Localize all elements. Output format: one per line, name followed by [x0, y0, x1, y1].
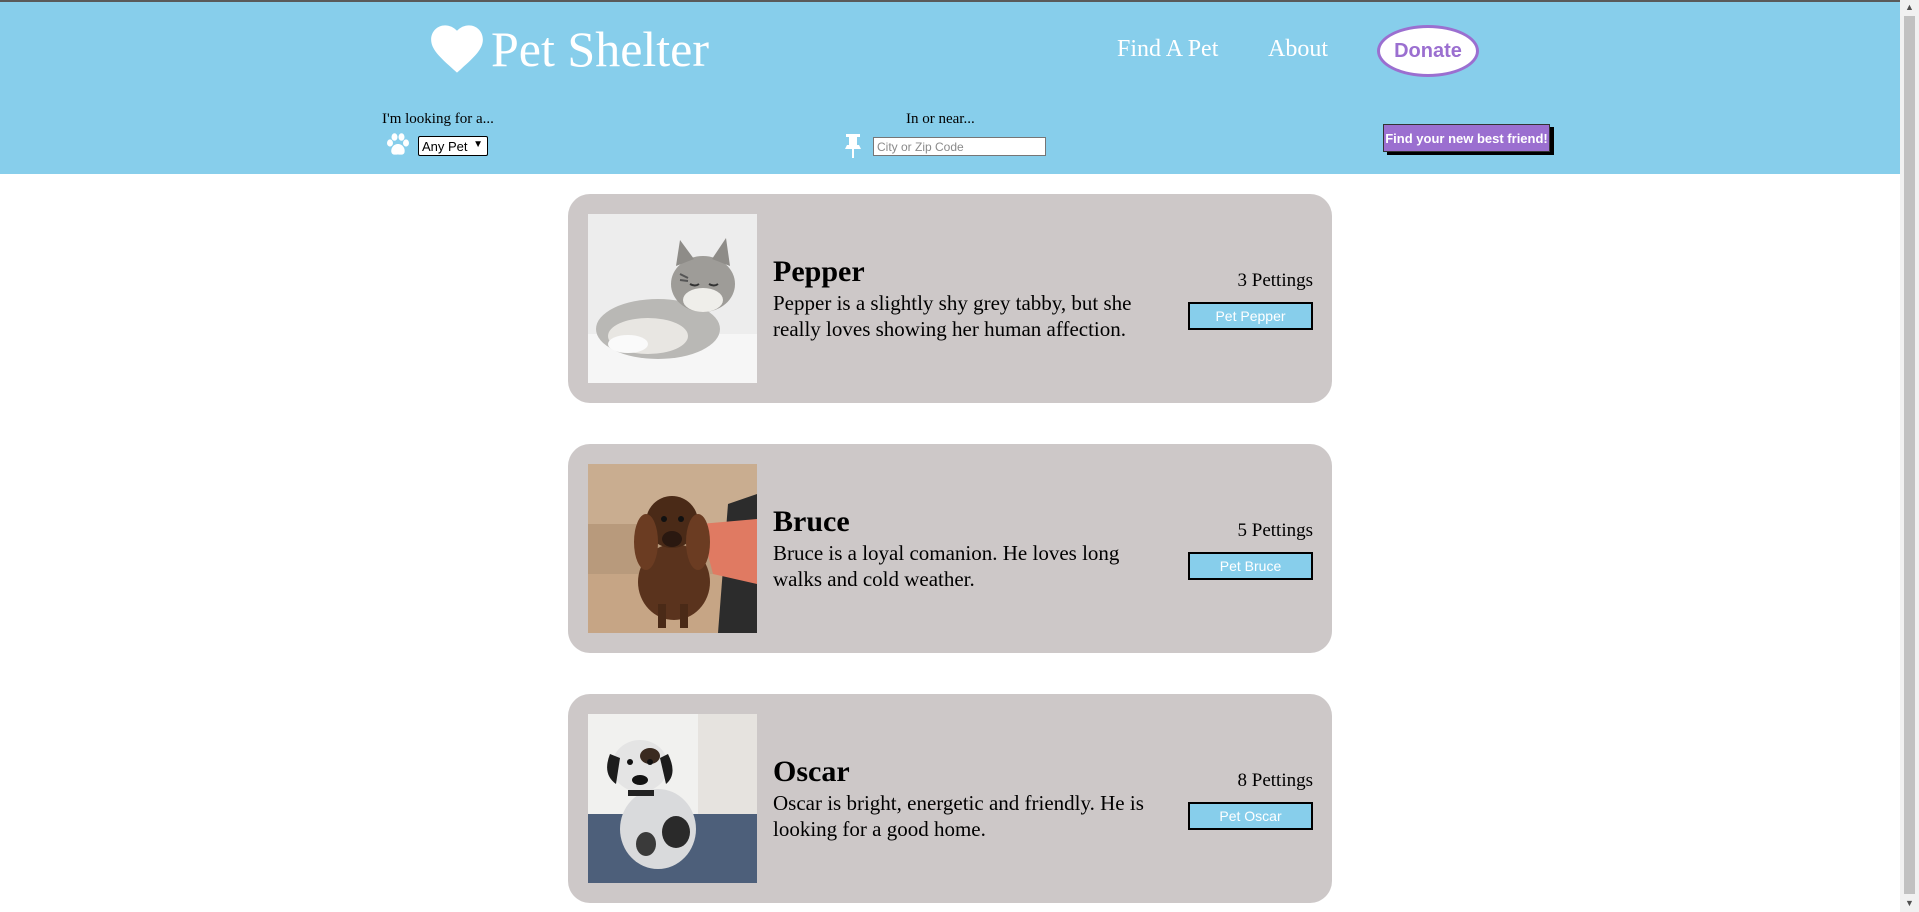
dog-photo: [588, 464, 757, 633]
pet-photo: [588, 214, 757, 383]
pet-type-select[interactable]: Any Pet ▼: [418, 136, 488, 156]
pet-type-label: I'm looking for a...: [382, 111, 494, 127]
pet-card: Bruce Bruce is a loyal comanion. He love…: [568, 444, 1332, 653]
location-input[interactable]: City or Zip Code: [873, 137, 1046, 156]
heart-icon: [431, 25, 483, 73]
dog-photo: [588, 714, 757, 883]
find-pet-button[interactable]: Find your new best friend!: [1383, 124, 1550, 152]
site-header: Pet Shelter Find A Pet About Donate I'm …: [0, 2, 1900, 174]
chevron-down-icon: ▼: [473, 139, 483, 150]
scroll-up-icon[interactable]: ▲: [1905, 2, 1914, 12]
nav-about[interactable]: About: [1268, 36, 1328, 63]
paw-icon: [387, 133, 409, 155]
pet-photo: [588, 714, 757, 883]
pet-type-value: Any Pet: [422, 138, 468, 154]
nav-find-a-pet[interactable]: Find A Pet: [1117, 36, 1218, 63]
pet-button[interactable]: Pet Oscar: [1188, 802, 1313, 830]
logo-text: Pet Shelter: [491, 21, 710, 77]
pet-description: Bruce is a loyal comanion. He loves long…: [773, 541, 1120, 591]
pet-photo: [588, 464, 757, 633]
petting-count: 5 Pettings: [1237, 520, 1313, 541]
cat-photo: [588, 214, 757, 383]
donate-button[interactable]: Donate: [1377, 25, 1479, 77]
pet-name: Oscar: [773, 755, 850, 788]
page-scrollbar[interactable]: ▲ ▼: [1900, 0, 1919, 912]
pet-name: Pepper: [773, 255, 865, 288]
scroll-down-icon[interactable]: ▼: [1905, 898, 1914, 908]
petting-count: 3 Pettings: [1237, 270, 1313, 291]
pet-button[interactable]: Pet Pepper: [1188, 302, 1313, 330]
pet-description: Pepper is a slightly shy grey tabby, but…: [773, 291, 1132, 341]
pet-description: Oscar is bright, energetic and friendly.…: [773, 791, 1144, 841]
pet-name: Bruce: [773, 505, 850, 538]
scroll-thumb[interactable]: [1904, 16, 1915, 894]
pushpin-icon: [845, 134, 861, 158]
location-label: In or near...: [906, 111, 975, 127]
site-logo[interactable]: Pet Shelter: [430, 24, 709, 74]
pet-card: Pepper Pepper is a slightly shy grey tab…: [568, 194, 1332, 403]
petting-count: 8 Pettings: [1237, 770, 1313, 791]
location-placeholder: City or Zip Code: [877, 139, 964, 154]
pet-button[interactable]: Pet Bruce: [1188, 552, 1313, 580]
pet-card: Oscar Oscar is bright, energetic and fri…: [568, 694, 1332, 903]
